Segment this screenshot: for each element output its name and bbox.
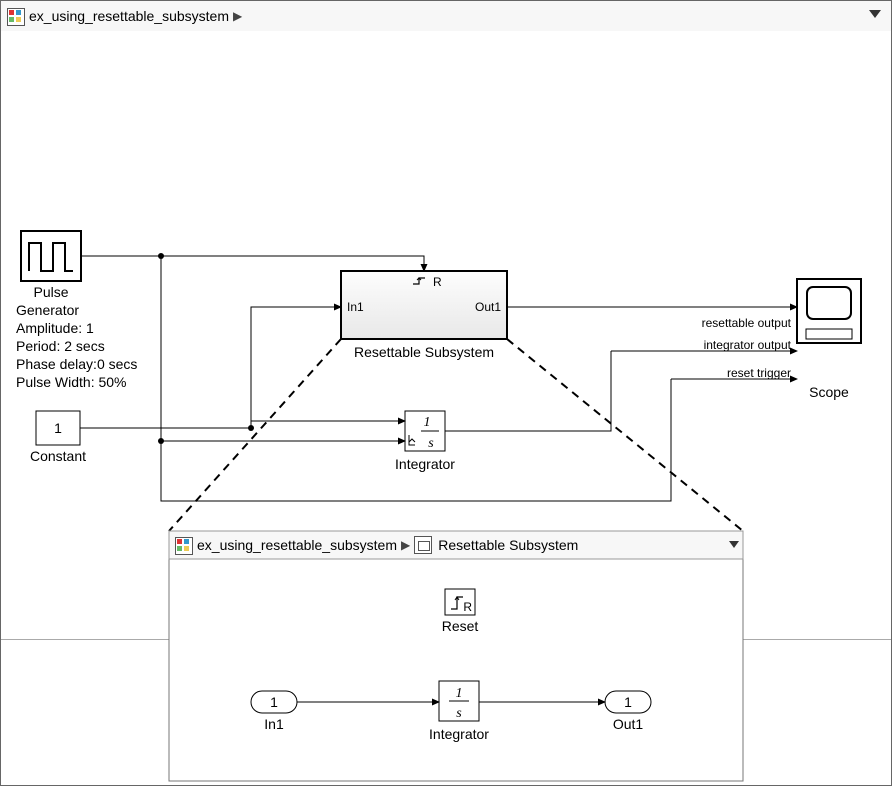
inner-out1-block[interactable]: 1 — [605, 691, 651, 713]
constant-value: 1 — [54, 420, 62, 436]
inner-in1-name: In1 — [264, 716, 284, 732]
signal-label-1: integrator output — [704, 338, 792, 352]
inner-reset-block[interactable]: R — [445, 589, 475, 615]
inner-model-icon — [175, 537, 191, 553]
pulse-param-2: Phase delay:0 secs — [16, 356, 137, 372]
scope-name: Scope — [809, 384, 849, 400]
callout-line-left — [169, 339, 341, 531]
breadcrumb-bar: ex_using_resettable_subsystem ▶ — [1, 1, 891, 32]
model-canvas[interactable]: Pulse Generator Amplitude: 1 Period: 2 s… — [1, 31, 891, 785]
subsystem-out-label: Out1 — [475, 300, 501, 314]
inner-breadcrumb-child[interactable]: Resettable Subsystem — [438, 537, 578, 553]
inner-integrator-block[interactable]: 1 s — [439, 681, 479, 721]
constant-block[interactable]: 1 — [36, 411, 80, 445]
reset-port-label: R — [433, 275, 442, 289]
signal-to-subsys-in1 — [251, 307, 341, 428]
signal-label-2: reset trigger — [727, 366, 791, 380]
inner-breadcrumb-root[interactable]: ex_using_resettable_subsystem — [197, 537, 397, 553]
inner-panel — [169, 531, 743, 781]
pulse-name-row2: Generator — [16, 302, 79, 318]
resettable-subsystem-block[interactable]: R In1 Out1 — [341, 271, 507, 339]
breadcrumb-menu-icon[interactable] — [869, 10, 881, 18]
inner-integrator-denom: s — [456, 706, 462, 721]
constant-name: Constant — [30, 448, 86, 464]
pulse-generator-block[interactable] — [21, 231, 81, 281]
scope-screen-icon — [807, 287, 851, 319]
inner-out1-name: Out1 — [613, 716, 644, 732]
pulse-param-1: Period: 2 secs — [16, 338, 105, 354]
integrator-denom: s — [428, 436, 434, 451]
diagram-svg: Pulse Generator Amplitude: 1 Period: 2 s… — [1, 31, 891, 785]
integrator-block[interactable]: 1 s — [405, 411, 445, 451]
signal-to-reset-port — [161, 256, 424, 271]
inner-breadcrumb-bar: ex_using_resettable_subsystem ▶ Resettab… — [169, 531, 749, 559]
signal-label-0: resettable output — [702, 316, 792, 330]
breadcrumb-root[interactable]: ex_using_resettable_subsystem — [29, 8, 229, 24]
pulse-name-row1: Pulse — [33, 284, 68, 300]
model-icon — [7, 8, 23, 24]
inner-in1-block[interactable]: 1 — [251, 691, 297, 713]
signal-integrator-out-path — [445, 351, 611, 431]
inner-crumb-sep1-icon: ▶ — [401, 538, 410, 552]
inner-menu-triangle-icon[interactable] — [729, 541, 739, 548]
pulse-param-3: Pulse Width: 50% — [16, 374, 127, 390]
inner-in1-num: 1 — [270, 694, 278, 710]
subsystem-in-label: In1 — [347, 300, 364, 314]
integrator-name: Integrator — [395, 456, 455, 472]
inner-integrator-numer: 1 — [456, 686, 463, 701]
pulse-param-0: Amplitude: 1 — [16, 320, 94, 336]
inner-subsystem-icon — [414, 536, 432, 554]
app-frame: ex_using_resettable_subsystem ▶ Pulse Ge… — [0, 0, 892, 786]
breadcrumb-separator-icon: ▶ — [233, 9, 242, 23]
callout-line-right — [507, 339, 743, 531]
scope-block[interactable] — [797, 279, 861, 343]
inner-reset-name: Reset — [442, 618, 479, 634]
inner-integrator-name: Integrator — [429, 726, 489, 742]
integrator-numer: 1 — [424, 415, 431, 430]
subsystem-name: Resettable Subsystem — [354, 344, 494, 360]
inner-reset-label-r: R — [463, 600, 472, 614]
inner-out1-num: 1 — [624, 694, 632, 710]
